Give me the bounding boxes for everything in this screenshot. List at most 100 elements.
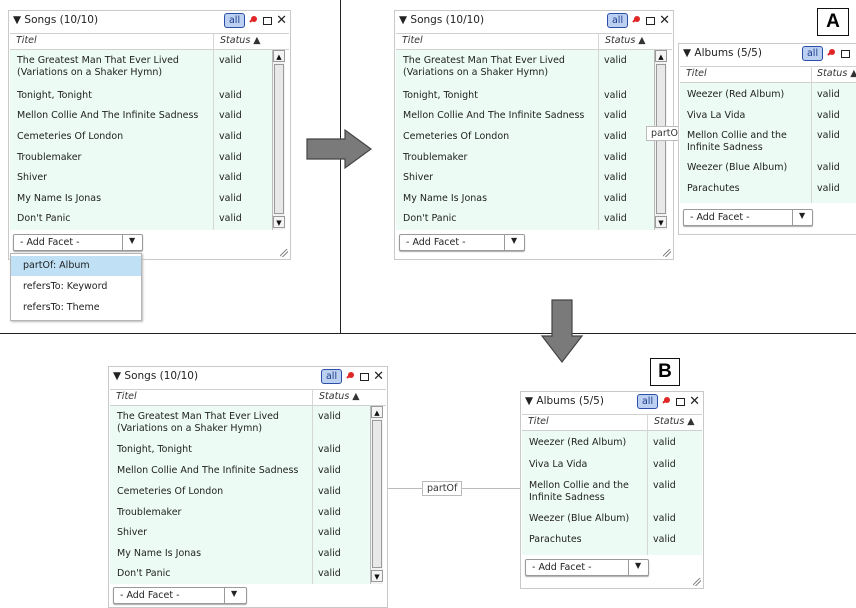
table-row[interactable]: Shiver — [17, 172, 47, 184]
table-row[interactable]: Parachutes — [687, 183, 740, 195]
all-button[interactable]: all — [636, 394, 659, 409]
close-icon[interactable]: ✕ — [373, 370, 384, 383]
row-status: valid — [817, 183, 840, 194]
scrollbar[interactable]: ▲ ▼ — [370, 406, 383, 584]
row-status: valid — [318, 411, 341, 422]
maximize-icon[interactable] — [263, 16, 273, 25]
column-header-title[interactable]: Titel — [528, 416, 549, 427]
pin-icon[interactable] — [827, 48, 837, 60]
table-row[interactable]: Weezer (Blue Album) — [529, 513, 629, 525]
table-row[interactable]: Shiver — [117, 527, 147, 539]
all-button[interactable]: all — [223, 13, 246, 28]
table-row[interactable]: Tonight, Tonight — [117, 444, 192, 456]
scrollbar-thumb[interactable] — [274, 64, 284, 214]
table-row[interactable]: Don't Panic — [117, 568, 171, 580]
panel-title[interactable]: ▼ Albums (5/5) — [525, 395, 604, 407]
panel-title[interactable]: ▼ Songs (10/10) — [399, 14, 484, 26]
add-facet-dropdown[interactable]: - Add Facet - ▼ — [683, 209, 813, 226]
column-header-status[interactable]: Status ▲ — [654, 416, 695, 427]
scroll-down-icon[interactable]: ▼ — [371, 570, 383, 582]
all-button[interactable]: all — [801, 46, 824, 61]
table-row[interactable]: My Name Is Jonas — [403, 193, 487, 205]
add-facet-dropdown[interactable]: - Add Facet - ▼ — [13, 234, 143, 251]
table-row[interactable]: Mellon Collie And The Infinite Sadness — [403, 110, 584, 122]
add-facet-dropdown[interactable]: - Add Facet - ▼ — [113, 587, 247, 604]
menu-item-partof-album[interactable]: partOf: Album — [11, 256, 141, 276]
table-row[interactable]: The Greatest Man That Ever Lived (Variat… — [17, 55, 207, 78]
dropdown-arrow-icon[interactable]: ▼ — [129, 236, 135, 245]
column-header-title[interactable]: Titel — [402, 35, 423, 46]
table-row[interactable]: Mellon Collie and the Infinite Sadness — [529, 480, 645, 503]
table-row[interactable]: Mellon Collie And The Infinite Sadness — [17, 110, 198, 122]
scroll-up-icon[interactable]: ▲ — [273, 50, 285, 62]
pin-icon[interactable] — [662, 396, 672, 408]
table-row[interactable]: Troublemaker — [403, 152, 467, 164]
table-row[interactable]: Cemeteries Of London — [17, 131, 123, 143]
resize-grip-icon[interactable] — [693, 578, 701, 586]
close-icon[interactable]: ✕ — [276, 14, 287, 27]
table-row[interactable]: Weezer (Blue Album) — [687, 162, 787, 174]
maximize-icon[interactable] — [841, 49, 851, 58]
relation-label[interactable]: partOf — [422, 481, 463, 496]
menu-item-refersto-keyword[interactable]: refersTo: Keyword — [11, 277, 141, 297]
table-row[interactable]: The Greatest Man That Ever Lived (Variat… — [403, 55, 593, 78]
column-header-status[interactable]: Status ▲ — [319, 391, 360, 402]
table-row[interactable]: Cemeteries Of London — [117, 486, 223, 498]
scrollbar[interactable]: ▲ ▼ — [272, 50, 285, 230]
scroll-up-icon[interactable]: ▲ — [371, 406, 383, 418]
panel-title[interactable]: ▼ Songs (10/10) — [13, 14, 98, 26]
column-header-status[interactable]: Status ▲ — [817, 68, 856, 79]
column-header-status[interactable]: Status ▲ — [220, 35, 261, 46]
column-header-status[interactable]: Status ▲ — [605, 35, 646, 46]
table-header: Titel Status ▲ — [110, 389, 386, 406]
panel-title[interactable]: ▼ Albums (5/5) — [683, 47, 762, 59]
pin-icon[interactable] — [632, 15, 642, 27]
dropdown-arrow-icon[interactable]: ▼ — [635, 561, 641, 570]
maximize-icon[interactable] — [646, 16, 656, 25]
menu-item-refersto-theme[interactable]: refersTo: Theme — [11, 298, 141, 318]
table-row[interactable]: Viva La Vida — [687, 110, 745, 122]
maximize-icon[interactable] — [360, 372, 370, 381]
all-button[interactable]: all — [320, 369, 343, 384]
table-row[interactable]: Troublemaker — [117, 507, 181, 519]
close-icon[interactable]: ✕ — [689, 395, 700, 408]
table-row[interactable]: Weezer (Red Album) — [529, 437, 626, 449]
scrollbar-thumb[interactable] — [372, 420, 382, 568]
all-button[interactable]: all — [606, 13, 629, 28]
table-row[interactable]: Don't Panic — [403, 213, 457, 225]
songs-panel: ▼ Songs (10/10) all ✕ Titel Status ▲ The… — [394, 10, 674, 260]
maximize-icon[interactable] — [676, 397, 686, 406]
add-facet-label: - Add Facet - — [120, 590, 180, 601]
table-row[interactable]: Viva La Vida — [529, 459, 587, 471]
table-row[interactable]: Parachutes — [529, 534, 582, 546]
scroll-down-icon[interactable]: ▼ — [655, 216, 667, 228]
scroll-down-icon[interactable]: ▼ — [273, 216, 285, 228]
table-row[interactable]: My Name Is Jonas — [117, 548, 201, 560]
table-row[interactable]: Don't Panic — [17, 213, 71, 225]
table-row[interactable]: Mellon Collie and the Infinite Sadness — [687, 130, 807, 153]
table-row[interactable]: Tonight, Tonight — [17, 90, 92, 102]
table-row[interactable]: Shiver — [403, 172, 433, 184]
scroll-up-icon[interactable]: ▲ — [655, 50, 667, 62]
dropdown-arrow-icon[interactable]: ▼ — [511, 236, 517, 245]
table-row[interactable]: Mellon Collie And The Infinite Sadness — [117, 465, 298, 477]
pin-icon[interactable] — [249, 15, 259, 27]
add-facet-dropdown[interactable]: - Add Facet - ▼ — [525, 559, 649, 576]
add-facet-dropdown[interactable]: - Add Facet - ▼ — [399, 234, 525, 251]
table-row[interactable]: Tonight, Tonight — [403, 90, 478, 102]
table-row[interactable]: Cemeteries Of London — [403, 131, 509, 143]
resize-grip-icon[interactable] — [663, 249, 671, 257]
column-header-title[interactable]: Titel — [16, 35, 37, 46]
panel-title[interactable]: ▼ Songs (10/10) — [113, 370, 198, 382]
table-row[interactable]: The Greatest Man That Ever Lived (Variat… — [117, 411, 307, 434]
column-header-title[interactable]: Titel — [686, 68, 707, 79]
table-row[interactable]: Weezer (Red Album) — [687, 89, 784, 101]
resize-grip-icon[interactable] — [280, 249, 288, 257]
dropdown-arrow-icon[interactable]: ▼ — [799, 211, 805, 220]
dropdown-arrow-icon[interactable]: ▼ — [231, 589, 237, 598]
close-icon[interactable]: ✕ — [659, 14, 670, 27]
column-header-title[interactable]: Titel — [116, 391, 137, 402]
table-row[interactable]: My Name Is Jonas — [17, 193, 101, 205]
table-row[interactable]: Troublemaker — [17, 152, 81, 164]
pin-icon[interactable] — [346, 371, 356, 383]
